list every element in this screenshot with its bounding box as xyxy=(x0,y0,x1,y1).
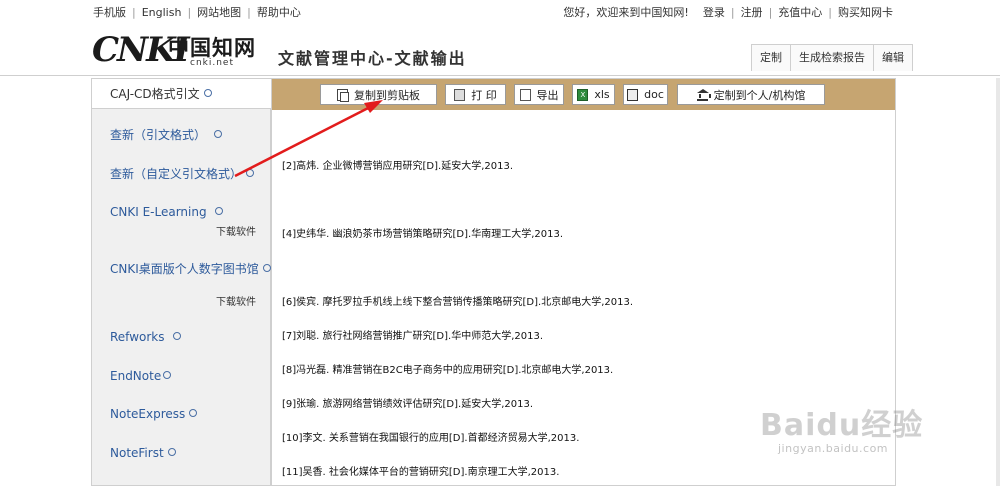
excel-icon: X xyxy=(577,88,589,101)
mobile-link[interactable]: 手机版 xyxy=(93,4,126,20)
separator: | xyxy=(132,5,136,19)
sidebar-item-label: Refworks xyxy=(110,330,165,344)
help-icon[interactable] xyxy=(246,169,255,177)
login-link[interactable]: 登录 xyxy=(703,4,725,20)
top-utility-bar: 手机版 | English | 网站地图 | 帮助中心 您好，欢迎来到中国知网!… xyxy=(0,0,1000,22)
sidebar-item-noteexpress[interactable]: NoteExpress xyxy=(110,407,198,421)
help-icon[interactable] xyxy=(214,207,223,215)
help-icon[interactable] xyxy=(172,332,181,340)
header-actions: 定制 生成检索报告 编辑 xyxy=(751,44,913,71)
reference-item: [6]侯宾. 摩托罗拉手机线上线下整合营销传播策略研究[D].北京邮电大学,20… xyxy=(282,297,634,308)
sidebar-item-novelty-citation[interactable]: 查新（引文格式） xyxy=(110,126,223,143)
sidebar-item-label: NoteExpress xyxy=(110,407,186,421)
download-software-link[interactable]: 下载软件 xyxy=(216,293,256,308)
button-label: 打 印 xyxy=(471,88,497,102)
printer-icon xyxy=(454,88,466,101)
button-label: 定制到个人/机构馆 xyxy=(713,88,806,102)
copy-to-clipboard-button[interactable]: 复制到剪贴板 xyxy=(320,84,437,105)
sidebar-item-label: EndNote xyxy=(110,369,162,383)
format-sidebar: CAJ-CD格式引文 查新（引文格式） 查新（自定义引文格式） CNKI E-L… xyxy=(91,78,272,486)
download-software-link[interactable]: 下载软件 xyxy=(216,223,256,238)
button-label: 复制到剪贴板 xyxy=(354,88,420,102)
print-button[interactable]: 打 印 xyxy=(445,84,506,105)
edit-button[interactable]: 编辑 xyxy=(873,45,912,71)
help-icon[interactable] xyxy=(167,448,176,456)
register-link[interactable]: 注册 xyxy=(741,4,763,20)
sidebar-item-notefirst[interactable]: NoteFirst xyxy=(110,446,176,460)
sidebar-item-endnote[interactable]: EndNote xyxy=(110,369,172,383)
generate-report-button[interactable]: 生成检索报告 xyxy=(790,45,873,71)
sidebar-item-novelty-custom[interactable]: 查新（自定义引文格式） xyxy=(110,165,255,182)
sidebar-item-caj-cd[interactable]: CAJ-CD格式引文 xyxy=(92,79,272,109)
recharge-link[interactable]: 充值中心 xyxy=(778,4,822,20)
sidebar-item-elearning[interactable]: CNKI E-Learning xyxy=(110,205,223,219)
button-label: 导出 xyxy=(536,88,559,102)
copy-icon xyxy=(337,88,349,102)
sidebar-item-refworks[interactable]: Refworks xyxy=(110,330,181,344)
separator: | xyxy=(187,5,192,19)
export-doc-button[interactable]: doc xyxy=(623,84,668,105)
export-button[interactable]: 导出 xyxy=(514,84,564,105)
separator: | xyxy=(730,5,735,19)
customize-button[interactable]: 定制 xyxy=(752,45,790,71)
sidebar-item-label: CNKI E-Learning xyxy=(110,205,207,219)
reference-item: [4]史纬华. 幽浪奶茶市场营销策略研究[D].华南理工大学,2013. xyxy=(282,229,564,240)
help-center-link[interactable]: 帮助中心 xyxy=(257,4,301,20)
help-icon[interactable] xyxy=(163,371,172,379)
top-left-links: 手机版 | English | 网站地图 | 帮助中心 xyxy=(93,4,301,20)
sidebar-item-label: CNKI桌面版个人数字图书馆 xyxy=(110,262,259,276)
page-header: CNKI 中国知网 cnki.net 文献管理中心-文献输出 定制 生成检索报告… xyxy=(0,22,1000,76)
export-icon xyxy=(519,88,531,101)
sidebar-item-label: 查新（引文格式） xyxy=(110,128,207,142)
save-to-library-button[interactable]: 定制到个人/机构馆 xyxy=(677,84,825,105)
top-right-links: 您好，欢迎来到中国知网! 登录 | 注册 | 充值中心 | 购买知网卡 xyxy=(563,4,893,20)
english-link[interactable]: English xyxy=(142,6,182,19)
save-disk-icon xyxy=(627,88,639,101)
button-label: xls xyxy=(594,88,610,101)
reference-item: [9]张瑜. 旅游网络营销绩效评估研究[D].延安大学,2013. xyxy=(282,399,534,410)
reference-item: [10]李文. 关系营销在我国银行的应用[D].首都经济贸易大学,2013. xyxy=(282,433,580,444)
output-panel: 复制到剪贴板 打 印 导出 X xls doc 定制到个人/机构馆 [2]高炜.… xyxy=(271,78,896,486)
help-icon[interactable] xyxy=(203,89,212,97)
sitemap-link[interactable]: 网站地图 xyxy=(197,4,241,20)
help-icon[interactable] xyxy=(262,264,271,272)
sidebar-item-label: CAJ-CD格式引文 xyxy=(110,87,200,101)
page-title: 文献管理中心-文献输出 xyxy=(278,49,467,68)
reference-item: [7]刘聪. 旅行社网络营销推广研究[D].华中师范大学,2013. xyxy=(282,331,544,342)
export-xls-button[interactable]: X xls xyxy=(572,84,615,105)
help-icon[interactable] xyxy=(214,130,223,138)
buy-card-link[interactable]: 购买知网卡 xyxy=(838,4,893,20)
separator: | xyxy=(247,5,251,19)
reference-item: [2]高炜. 企业微博营销应用研究[D].延安大学,2013. xyxy=(282,161,514,172)
welcome-text: 您好，欢迎来到中国知网! xyxy=(563,6,689,19)
scrollbar[interactable] xyxy=(996,78,1000,486)
separator: | xyxy=(768,5,773,19)
separator: | xyxy=(828,5,832,19)
help-icon[interactable] xyxy=(189,409,198,417)
cnki-logo[interactable]: CNKI 中国知网 cnki.net xyxy=(92,30,260,70)
sidebar-item-label: 查新（自定义引文格式） xyxy=(110,167,243,181)
reference-item: [8]冯光磊. 精准营销在B2C电子商务中的应用研究[D].北京邮电大学,201… xyxy=(282,365,614,376)
logo-domain: cnki.net xyxy=(190,58,234,68)
sidebar-item-label: NoteFirst xyxy=(110,446,164,460)
output-toolbar: 复制到剪贴板 打 印 导出 X xls doc 定制到个人/机构馆 xyxy=(272,79,895,110)
sidebar-item-desktop-library[interactable]: CNKI桌面版个人数字图书馆 xyxy=(110,260,271,277)
institution-icon xyxy=(696,88,711,101)
reference-item: [11]吴香. 社会化媒体平台的营销研究[D].南京理工大学,2013. xyxy=(282,467,560,478)
button-label: doc xyxy=(644,88,664,101)
